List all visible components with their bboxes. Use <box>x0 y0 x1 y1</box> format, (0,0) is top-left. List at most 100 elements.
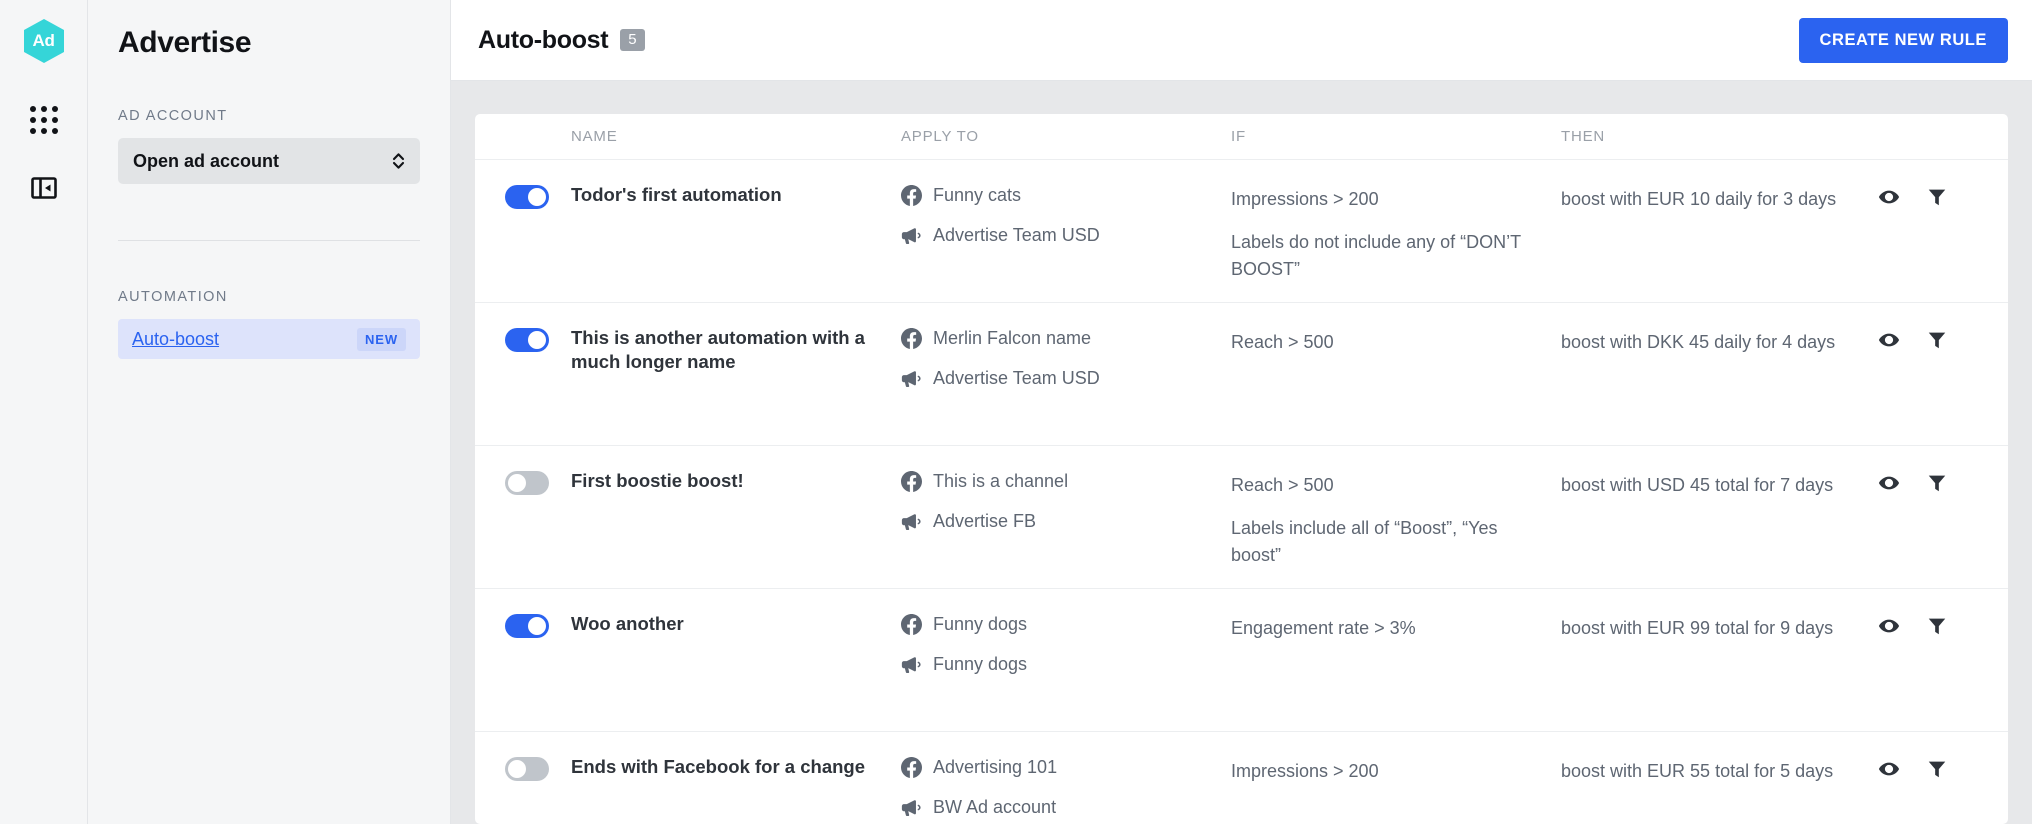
apply-channel: Funny cats <box>901 185 1231 206</box>
apply-account: Advertise FB <box>901 511 1231 532</box>
apply-account: Funny dogs <box>901 654 1231 675</box>
apply-account-label: Advertise Team USD <box>933 368 1100 388</box>
megaphone-icon <box>901 227 922 245</box>
rule-apply-to-cell: Funny cats Advertise Team USD <box>901 185 1231 246</box>
apply-account: Advertise Team USD <box>901 225 1231 246</box>
rule-enabled-cell <box>475 328 571 352</box>
rule-condition: Reach > 500 <box>1231 332 1334 352</box>
rule-enabled-toggle[interactable] <box>505 614 549 638</box>
preview-icon[interactable] <box>1878 615 1900 637</box>
rule-apply-to-cell: Funny dogs Funny dogs <box>901 614 1231 675</box>
filter-icon[interactable] <box>1926 472 1948 494</box>
apply-channel-label: This is a channel <box>933 471 1069 491</box>
sidebar: Advertise AD ACCOUNT Open ad account AUT… <box>88 0 451 824</box>
apply-channel: Advertising 101 <box>901 757 1231 778</box>
main-area: Auto-boost 5 CREATE NEW RULE NAME APPLY … <box>451 0 2032 824</box>
apply-channel: This is a channel <box>901 471 1231 492</box>
rule-condition: Labels include all of “Boost”, “Yes boos… <box>1231 518 1498 565</box>
rule-actions-cell <box>1878 757 2008 780</box>
ad-account-section-label: AD ACCOUNT <box>118 108 228 124</box>
rule-enabled-cell <box>475 471 571 495</box>
chevron-updown-icon <box>392 152 405 170</box>
preview-icon[interactable] <box>1878 758 1900 780</box>
sidebar-item-label: Auto-boost <box>132 328 220 349</box>
rule-name: First boostie boost! <box>571 470 744 491</box>
apply-account: BW Ad account <box>901 797 1231 818</box>
rule-condition: Labels do not include any of “DON’T BOOS… <box>1231 232 1521 279</box>
ad-account-select[interactable]: Open ad account <box>118 138 420 184</box>
preview-icon[interactable] <box>1878 186 1900 208</box>
megaphone-icon <box>901 513 922 531</box>
sidebar-item-auto-boost[interactable]: Auto-boost NEW <box>118 319 420 359</box>
th-name: NAME <box>571 128 618 145</box>
rule-actions-cell <box>1878 185 2008 208</box>
automation-section-label: AUTOMATION <box>118 289 228 305</box>
rule-enabled-toggle[interactable] <box>505 328 549 352</box>
sidebar-divider <box>118 240 420 241</box>
th-if: IF <box>1231 128 1246 145</box>
rule-then: boost with EUR 99 total for 9 days <box>1561 618 1834 638</box>
rule-apply-to-cell: Merlin Falcon name Advertise Team USD <box>901 328 1231 389</box>
rule-condition: Impressions > 200 <box>1231 189 1379 209</box>
rule-count-badge: 5 <box>620 29 645 51</box>
rule-name: Ends with Facebook for a change <box>571 756 865 777</box>
rule-apply-to-cell: This is a channel Advertise FB <box>901 471 1231 532</box>
rule-if-cell: Impressions > 200 Labels do not include a… <box>1231 186 1561 283</box>
create-new-rule-button[interactable]: CREATE NEW RULE <box>1798 17 2008 63</box>
rule-enabled-cell <box>475 614 571 638</box>
rule-enabled-cell <box>475 757 571 781</box>
rules-table: NAME APPLY TO IF THEN Todor's first auto… <box>475 114 2008 824</box>
rule-name: This is another automation with a much l… <box>571 327 865 373</box>
table-row: This is another automation with a much l… <box>475 303 2008 446</box>
collapse-panel-icon[interactable] <box>21 165 67 211</box>
app-root: Ad Advertise AD ACCOUNT Open ad account <box>0 0 2032 824</box>
rule-actions-cell <box>1878 471 2008 494</box>
sidebar-title: Advertise <box>118 26 252 59</box>
rule-if-cell: Reach > 500 <box>1231 329 1561 356</box>
apply-channel: Merlin Falcon name <box>901 328 1231 349</box>
apply-account-label: Advertise FB <box>933 511 1037 531</box>
rule-then: boost with EUR 10 daily for 3 days <box>1561 189 1837 209</box>
megaphone-icon <box>901 656 922 674</box>
preview-icon[interactable] <box>1878 329 1900 351</box>
rule-condition: Reach > 500 <box>1231 475 1334 495</box>
apply-account-label: BW Ad account <box>933 797 1057 817</box>
app-logo-text: Ad <box>32 31 55 50</box>
apply-channel-label: Funny dogs <box>933 614 1028 634</box>
filter-icon[interactable] <box>1926 615 1948 637</box>
rule-condition: Engagement rate > 3% <box>1231 618 1416 638</box>
rule-enabled-cell <box>475 185 571 209</box>
apply-account-label: Funny dogs <box>933 654 1028 674</box>
table-body: Todor's first automation Funny cats Adve… <box>475 160 2008 824</box>
page-header: Auto-boost 5 CREATE NEW RULE <box>451 0 2032 81</box>
filter-icon[interactable] <box>1926 758 1948 780</box>
apps-grid-icon[interactable] <box>21 97 67 143</box>
rule-name: Woo another <box>571 613 684 634</box>
app-logo[interactable]: Ad <box>21 18 67 64</box>
facebook-icon <box>901 471 922 492</box>
rules-card: NAME APPLY TO IF THEN Todor's first auto… <box>475 114 2008 824</box>
facebook-icon <box>901 328 922 349</box>
preview-icon[interactable] <box>1878 472 1900 494</box>
content-area: NAME APPLY TO IF THEN Todor's first auto… <box>451 81 2032 824</box>
rule-if-cell: Reach > 500 Labels include all of “Boost”… <box>1231 472 1561 569</box>
rule-apply-to-cell: Advertising 101 BW Ad account <box>901 757 1231 818</box>
filter-icon[interactable] <box>1926 329 1948 351</box>
megaphone-icon <box>901 799 922 817</box>
rule-if-cell: Engagement rate > 3% <box>1231 615 1561 642</box>
rule-enabled-toggle[interactable] <box>505 471 549 495</box>
table-row: Todor's first automation Funny cats Adve… <box>475 160 2008 303</box>
megaphone-icon <box>901 370 922 388</box>
rule-enabled-toggle[interactable] <box>505 757 549 781</box>
facebook-icon <box>901 757 922 778</box>
apply-channel-label: Advertising 101 <box>933 757 1058 777</box>
facebook-icon <box>901 185 922 206</box>
rule-enabled-toggle[interactable] <box>505 185 549 209</box>
icon-rail: Ad <box>0 0 88 824</box>
filter-icon[interactable] <box>1926 186 1948 208</box>
table-row: Ends with Facebook for a change Advertis… <box>475 732 2008 824</box>
th-apply-to: APPLY TO <box>901 128 979 145</box>
rule-if-cell: Impressions > 200 <box>1231 758 1561 785</box>
rule-actions-cell <box>1878 328 2008 351</box>
sidebar-item-new-badge: NEW <box>356 327 406 351</box>
